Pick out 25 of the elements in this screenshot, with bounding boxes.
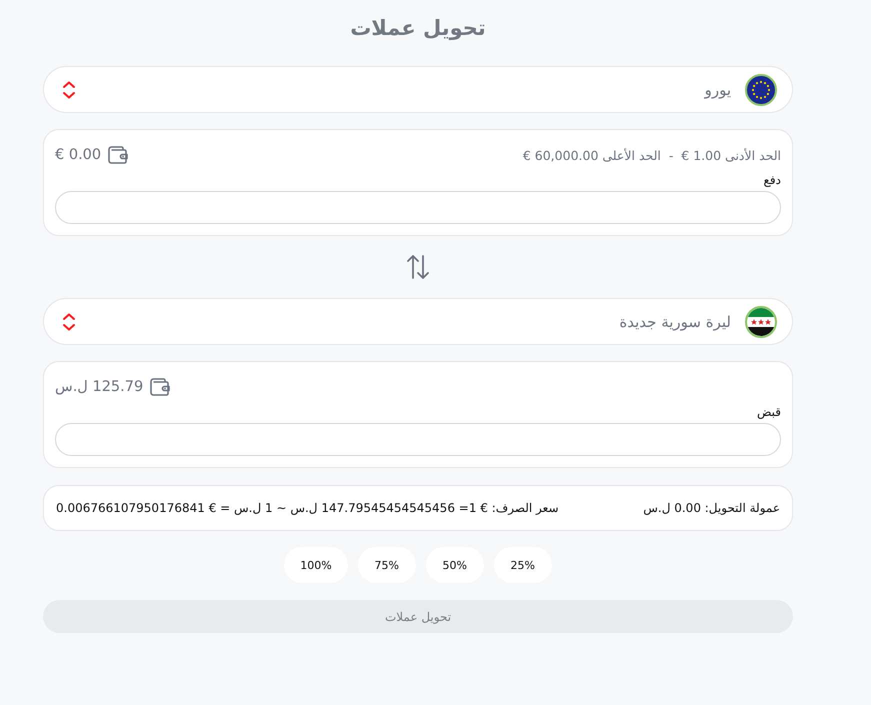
up-down-arrows-icon[interactable] xyxy=(406,254,430,280)
amount-input-field[interactable] xyxy=(55,191,781,224)
balance-amount: 0.00 € xyxy=(55,147,102,163)
currency-select[interactable]: ليرة سورية جديدة xyxy=(43,298,793,345)
currency-select[interactable]: يورو xyxy=(43,66,793,113)
field-label: دفع xyxy=(764,172,781,188)
page-title: تحويل عملات xyxy=(349,15,487,42)
currency-name: ليرة سورية جديدة xyxy=(619,312,731,330)
amount-input-field[interactable] xyxy=(55,423,781,456)
field-label: قبض xyxy=(756,404,781,420)
up-down-chevron-icon xyxy=(62,312,76,330)
wallet-icon xyxy=(150,378,170,396)
up-down-chevron-icon xyxy=(62,80,76,98)
flag-icon xyxy=(745,306,777,338)
percent-button[interactable]: 25% xyxy=(494,547,552,583)
wallet-icon xyxy=(108,146,128,164)
currency-name: يورو xyxy=(704,80,731,98)
limits-text: الحد الأدنى 1.00 € - الحد الأعلى 60,000.00 € xyxy=(522,148,781,162)
percent-button[interactable]: 100% xyxy=(284,547,348,583)
flag-icon xyxy=(745,74,777,106)
exchange-rate-text: سعر الصرف: € 1= 147.79545454545456 ل.س ~ 1 ل.س = € 0.006766107950176841 xyxy=(56,501,559,515)
percent-button[interactable]: 75% xyxy=(358,547,416,583)
balance-amount: 125.79 ل.س xyxy=(55,379,144,395)
percent-button[interactable]: 50% xyxy=(426,547,484,583)
commission-text: عمولة التحويل: 0.00 ل.س xyxy=(643,501,780,515)
